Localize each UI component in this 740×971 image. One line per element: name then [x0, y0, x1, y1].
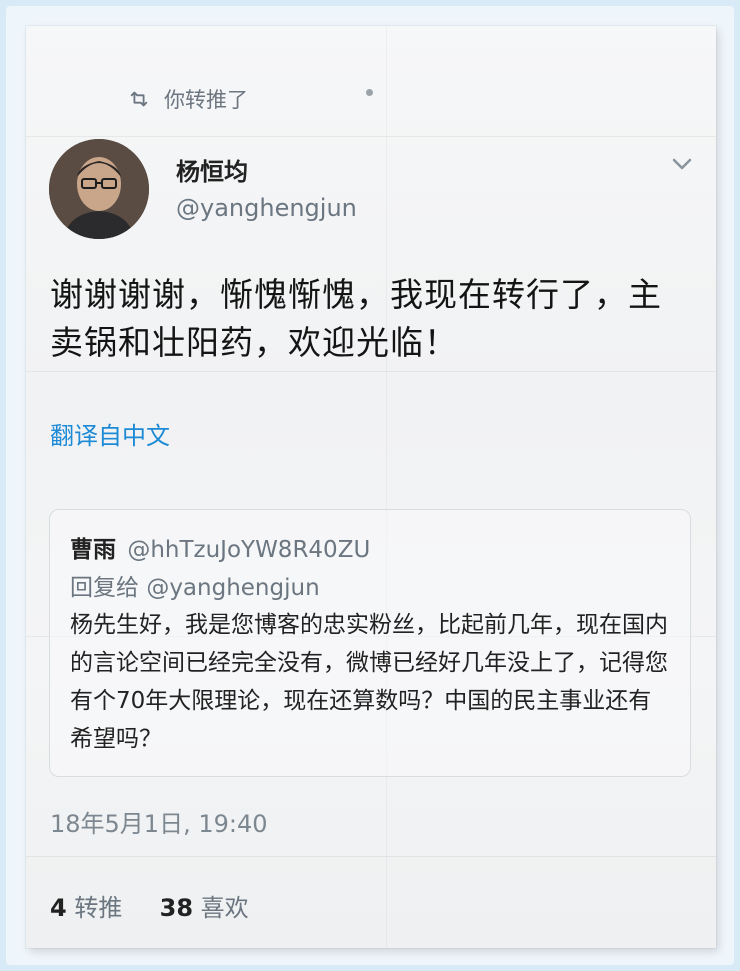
retweet-label: 你转推了	[164, 88, 248, 112]
retweet-icon	[130, 91, 148, 107]
retweet-banner: 你转推了	[128, 84, 248, 114]
like-count[interactable]: 38	[160, 894, 193, 922]
quoted-reply-header: 曹雨 @hhTzuJoYW8R40ZU	[70, 530, 370, 564]
author-name[interactable]: 杨恒均	[176, 152, 248, 187]
reply-to-handle[interactable]: @yanghengjun	[146, 575, 319, 601]
retweet-count[interactable]: 4	[50, 894, 67, 922]
avatar[interactable]	[49, 139, 149, 239]
quoted-reply-card[interactable]: 曹雨 @hhTzuJoYW8R40ZU 回复给 @yanghengjun 杨先生…	[49, 509, 691, 777]
divider	[26, 856, 716, 857]
avatar-photo	[49, 139, 149, 239]
paper-crease	[26, 136, 716, 137]
retweet-count-label[interactable]: 转推	[74, 894, 122, 922]
tweet-paper: 你转推了 杨恒均 @yanghengjun 谢谢谢谢，惭愧惭愧，我现在转行了，主…	[26, 26, 716, 948]
chevron-down-icon[interactable]	[668, 154, 696, 174]
like-count-label[interactable]: 喜欢	[201, 894, 249, 922]
paper-speck	[366, 89, 373, 96]
quoted-reply-text: 杨先生好，我是您博客的忠实粉丝，比起前几年，现在国内的言论空间已经完全没有，微博…	[70, 612, 668, 752]
author-handle[interactable]: @yanghengjun	[176, 194, 357, 222]
translate-link[interactable]: 翻译自中文	[50, 416, 170, 451]
paper-crease	[386, 26, 387, 948]
engagement-stats: 4 转推 38 喜欢	[50, 888, 249, 923]
paper-crease	[26, 371, 716, 372]
tweet-text: 谢谢谢谢，惭愧惭愧，我现在转行了，主卖锅和壮阳药，欢迎光临！	[50, 275, 662, 362]
reply-to-line: 回复给 @yanghengjun	[70, 568, 320, 602]
tweet-timestamp: 18年5月1日, 19:40	[50, 810, 268, 838]
quoted-author-name: 曹雨	[70, 537, 116, 563]
quoted-author-handle: @hhTzuJoYW8R40ZU	[127, 537, 371, 563]
reply-to-prefix: 回复给	[70, 575, 139, 601]
